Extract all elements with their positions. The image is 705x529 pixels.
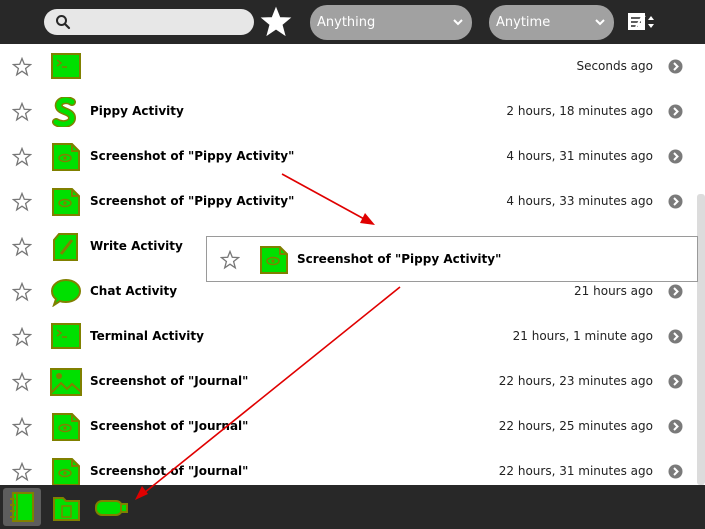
journal-entry-row[interactable]: Seconds ago: [0, 44, 697, 89]
favorites-star-icon[interactable]: [260, 6, 292, 38]
terminal-icon: [51, 53, 81, 79]
entry-title: Terminal Activity: [90, 329, 204, 343]
drag-preview-row: Screenshot of "Pippy Activity": [206, 236, 698, 282]
journal-toolbar: Anything Anytime: [0, 0, 705, 44]
go-details-icon[interactable]: [668, 419, 683, 434]
filter-when-combo[interactable]: Anytime: [489, 5, 614, 40]
image-file-icon: [52, 188, 80, 216]
entry-date: Seconds ago: [576, 59, 653, 73]
favorite-star-icon[interactable]: [12, 147, 32, 167]
search-input[interactable]: [44, 9, 254, 35]
documents-folder-tray-icon: [53, 497, 80, 521]
go-details-icon[interactable]: [668, 149, 683, 164]
entry-title: Screenshot of "Pippy Activity": [90, 149, 295, 163]
go-details-icon[interactable]: [668, 464, 683, 479]
drag-preview-title: Screenshot of "Pippy Activity": [297, 252, 502, 266]
chat-bubble-icon: [50, 278, 82, 307]
favorite-star-icon[interactable]: [12, 192, 32, 212]
journal-window: Anything Anytime Seconds ago Pippy Activ…: [0, 0, 705, 529]
entry-date: 22 hours, 25 minutes ago: [498, 419, 653, 433]
favorite-star-icon[interactable]: [12, 327, 32, 347]
journal-tray-icon: [10, 492, 34, 522]
journal-entry-row[interactable]: Screenshot of "Journal" 22 hours, 31 min…: [0, 449, 697, 485]
entry-title: Screenshot of "Pippy Activity": [90, 194, 295, 208]
entry-date: 4 hours, 31 minutes ago: [506, 149, 653, 163]
journal-entry-row[interactable]: Screenshot of "Pippy Activity" 4 hours, …: [0, 134, 697, 179]
terminal-icon: [51, 323, 81, 349]
sort-icon[interactable]: [626, 10, 656, 34]
entry-title: Write Activity: [90, 239, 183, 253]
journal-entry-row[interactable]: Terminal Activity 21 hours, 1 minute ago: [0, 314, 697, 359]
journal-tray-button[interactable]: [3, 488, 41, 526]
entry-date: 22 hours, 31 minutes ago: [498, 464, 653, 478]
scrollbar-thumb[interactable]: [697, 194, 705, 485]
entry-date: 4 hours, 33 minutes ago: [506, 194, 653, 208]
usb-drive-tray-button[interactable]: [92, 488, 130, 526]
journal-entry-row[interactable]: Pippy Activity 2 hours, 18 minutes ago: [0, 89, 697, 134]
entry-date: 21 hours, 1 minute ago: [512, 329, 653, 343]
favorite-star-icon: [220, 250, 240, 270]
go-details-icon[interactable]: [668, 374, 683, 389]
favorite-star-icon[interactable]: [12, 417, 32, 437]
favorite-star-icon[interactable]: [12, 57, 32, 77]
entry-title: Chat Activity: [90, 284, 178, 298]
entry-date: 2 hours, 18 minutes ago: [506, 104, 653, 118]
chevron-down-icon: [453, 19, 463, 26]
filter-what-label: Anything: [317, 15, 376, 30]
favorite-star-icon[interactable]: [12, 102, 32, 122]
entry-title: Screenshot of "Journal": [90, 374, 249, 388]
journal-entry-row[interactable]: Screenshot of "Journal" 22 hours, 23 min…: [0, 359, 697, 404]
favorite-star-icon[interactable]: [12, 462, 32, 482]
image-file-icon: [52, 413, 80, 441]
entry-title: Screenshot of "Journal": [90, 419, 249, 433]
image-file-icon: [52, 143, 80, 171]
go-details-icon[interactable]: [668, 194, 683, 209]
search-icon: [56, 15, 71, 30]
journal-entry-row[interactable]: Screenshot of "Journal" 22 hours, 25 min…: [0, 404, 697, 449]
favorite-star-icon[interactable]: [12, 372, 32, 392]
journal-entry-row[interactable]: Screenshot of "Pippy Activity" 4 hours, …: [0, 179, 697, 224]
pippy-snake-icon: [52, 97, 77, 127]
entry-title: Screenshot of "Journal": [90, 464, 249, 478]
image-file-icon: [52, 458, 80, 485]
go-details-icon[interactable]: [668, 329, 683, 344]
chevron-down-icon: [595, 19, 605, 26]
filter-what-combo[interactable]: Anything: [310, 5, 472, 40]
image-file-icon: [260, 246, 288, 274]
write-document-icon: [53, 233, 78, 261]
documents-tray-button[interactable]: [48, 488, 86, 526]
favorite-star-icon[interactable]: [12, 282, 32, 302]
favorite-star-icon[interactable]: [12, 237, 32, 257]
entry-title: Pippy Activity: [90, 104, 184, 118]
filter-when-label: Anytime: [496, 15, 551, 30]
list-scrollbar[interactable]: [697, 44, 705, 485]
landscape-image-icon: [50, 368, 82, 396]
go-details-icon[interactable]: [668, 284, 683, 299]
entry-date: 22 hours, 23 minutes ago: [498, 374, 653, 388]
volumes-tray: [0, 485, 705, 529]
usb-drive-tray-icon: [95, 500, 128, 516]
go-details-icon[interactable]: [668, 104, 683, 119]
go-details-icon[interactable]: [668, 59, 683, 74]
